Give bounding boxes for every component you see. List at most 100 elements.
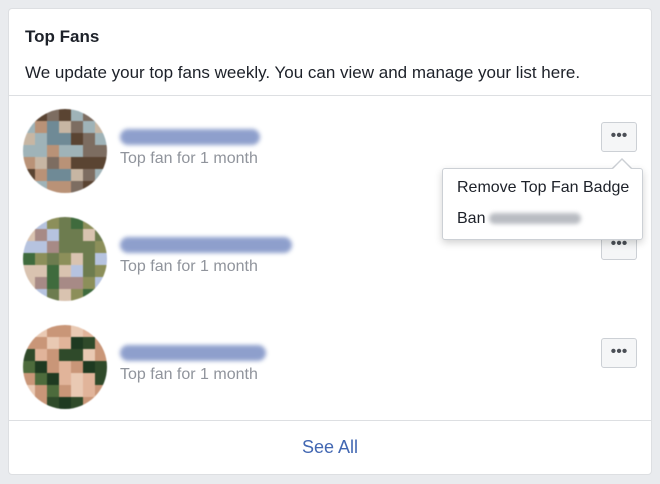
fan-subtitle: Top fan for 1 month [120,258,258,275]
avatar-pixel [35,349,47,361]
avatar-pixel [59,289,71,301]
avatar-pixel [35,397,47,409]
avatar-pixel [35,337,47,349]
avatar-pixel [83,337,95,349]
avatar-pixel [59,325,71,337]
avatar-pixel [23,109,35,121]
avatar-pixel [35,277,47,289]
fan-row: Top fan for 1 month ••• [9,315,651,423]
avatar-pixel [47,253,59,265]
avatar-pixel [71,325,83,337]
avatar-pixel [83,385,95,397]
avatar-pixel [71,349,83,361]
avatar-pixel [59,145,71,157]
avatar-pixel [47,385,59,397]
avatar-pixel [59,373,71,385]
menu-item-remove-top-fan-badge[interactable]: Remove Top Fan Badge [457,179,629,197]
avatar-pixel [47,145,59,157]
avatar-pixel [59,385,71,397]
fan-name-redacted[interactable] [120,237,292,253]
avatar-pixel [59,337,71,349]
avatar-pixel [35,241,47,253]
avatar-pixel [47,181,59,193]
avatar-pixel [35,373,47,385]
avatar-pixel [47,397,59,409]
avatar-pixel [71,397,83,409]
avatar-pixel [23,265,35,277]
avatar-pixel [47,241,59,253]
fan-name-redacted[interactable] [120,129,260,145]
avatar-pixel [35,145,47,157]
avatar-pixel [83,253,95,265]
avatar-pixel [47,325,59,337]
avatar-pixel [95,349,107,361]
avatar-pixel [95,397,107,409]
avatar-pixel [95,133,107,145]
divider [9,420,651,421]
avatar-pixel [83,217,95,229]
avatar-pixel [95,385,107,397]
fan-avatar[interactable] [23,217,107,301]
avatar-pixel [83,289,95,301]
avatar-pixel [59,241,71,253]
avatar-pixel [23,349,35,361]
avatar-pixel [71,145,83,157]
avatar-pixel [35,265,47,277]
avatar-pixel [95,181,107,193]
more-options-button[interactable]: ••• [601,122,637,152]
avatar-pixel [23,241,35,253]
avatar-pixel [59,217,71,229]
avatar-pixel [71,241,83,253]
fan-avatar[interactable] [23,325,107,409]
avatar-pixel [35,229,47,241]
card-description: We update your top fans weekly. You can … [25,63,581,82]
top-fans-card: Top Fans We update your top fans weekly.… [8,8,652,475]
avatar-pixel [95,241,107,253]
avatar-pixel [23,133,35,145]
avatar-pixel [71,229,83,241]
card-title: Top Fans [25,27,100,46]
avatar-pixel [59,253,71,265]
avatar-pixel [83,265,95,277]
avatar-pixel [95,289,107,301]
avatar-pixel [71,121,83,133]
avatar-pixel [71,181,83,193]
avatar-pixel [71,157,83,169]
fan-options-menu: Remove Top Fan Badge Ban [442,168,643,240]
avatar-pixel [95,169,107,181]
avatar-pixel [23,157,35,169]
avatar-pixel [95,217,107,229]
avatar-pixel [47,133,59,145]
menu-item-ban[interactable]: Ban [457,210,582,228]
avatar-pixel [71,277,83,289]
ban-name-redacted [489,213,582,225]
avatar-pixel [47,277,59,289]
fan-name-redacted[interactable] [120,345,266,361]
avatar-pixel [71,217,83,229]
avatar-pixel [35,325,47,337]
avatar-pixel [59,157,71,169]
fan-subtitle: Top fan for 1 month [120,366,258,383]
avatar-pixel [95,373,107,385]
avatar-pixel [71,265,83,277]
more-options-button[interactable]: ••• [601,338,637,368]
avatar-pixel [59,361,71,373]
divider [9,95,651,96]
avatar-pixel [35,109,47,121]
avatar-pixel [95,145,107,157]
avatar-pixel [59,121,71,133]
avatar-pixel [83,229,95,241]
avatar-pixel [47,229,59,241]
fan-subtitle: Top fan for 1 month [120,150,258,167]
avatar-pixel [47,289,59,301]
avatar-pixel [83,133,95,145]
avatar-pixel [47,265,59,277]
avatar-pixel [59,169,71,181]
see-all-link[interactable]: See All [9,437,651,458]
avatar-pixel [35,181,47,193]
fan-avatar[interactable] [23,109,107,193]
avatar-pixel [83,373,95,385]
avatar-pixel [47,157,59,169]
avatar-pixel [23,229,35,241]
ban-label: Ban [457,210,486,227]
